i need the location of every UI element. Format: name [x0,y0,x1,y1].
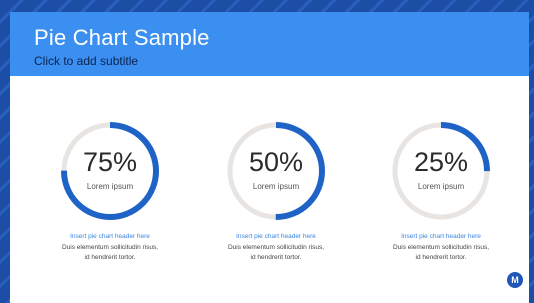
chart-body-3-line-2: id hendrerit tortor. [415,254,467,261]
chart-header-3[interactable]: Insert pie chart header here [366,233,516,240]
chart-caption-2: Insert pie chart header here Duis elemen… [201,233,351,263]
slide-subtitle[interactable]: Click to add subtitle [34,54,138,68]
donut-sublabel-1: Lorem ipsum [86,182,134,191]
chart-body-2-line-2: id hendrerit tortor. [250,254,302,261]
donut-sublabel-2: Lorem ipsum [252,182,300,191]
chart-header-1[interactable]: Insert pie chart header here [35,233,185,240]
donut-value-1: 75% [82,147,138,177]
donut-sublabel-3: Lorem ipsum [417,182,465,191]
motorola-logo-icon: M [507,272,523,288]
chart-caption-1: Insert pie chart header here Duis elemen… [35,233,185,263]
chart-body-2-line-1: Duis elementum sollicitudin risus, [227,244,325,251]
donut-value-3: 25% [413,147,469,177]
chart-header-2[interactable]: Insert pie chart header here [201,233,351,240]
donut-chart-2[interactable]: 50% Lorem ipsum [224,119,328,223]
chart-body-1-line-2: id hendrerit tortor. [84,254,136,261]
slide-title[interactable]: Pie Chart Sample [34,25,210,51]
chart-body-1-line-1: Duis elementum sollicitudin risus, [61,244,159,251]
chart-caption-3: Insert pie chart header here Duis elemen… [366,233,516,263]
donut-value-2: 50% [248,147,304,177]
slide[interactable]: Pie Chart Sample Click to add subtitle 7… [10,12,529,303]
slide-header: Pie Chart Sample Click to add subtitle [10,12,529,76]
donut-chart-3[interactable]: 25% Lorem ipsum [389,119,493,223]
donut-chart-1[interactable]: 75% Lorem ipsum [58,119,162,223]
chart-body-3-line-1: Duis elementum sollicitudin risus, [392,244,490,251]
